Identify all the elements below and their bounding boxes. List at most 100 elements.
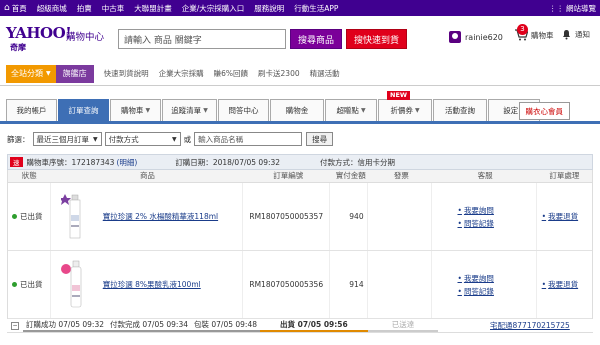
tab-shopping-credit[interactable]: 購物金 [270, 99, 324, 121]
tab-watchlist[interactable]: 追蹤清單 ▼ [162, 99, 217, 121]
col-service: 客服 [477, 171, 493, 180]
tab-points[interactable]: 超贈點 ▼ [325, 99, 377, 121]
progress-step-paid: 付款完成 07/05 09:34 [107, 320, 191, 332]
filter-label: 篩選： [7, 134, 30, 144]
yahoo-logo[interactable]: YAHOO! 奇摩 [6, 23, 72, 55]
table-header: 狀態 商品 訂單編號 實付金額 發票 客服 訂單處理 [8, 170, 592, 183]
user-account[interactable]: rainie620 [449, 31, 503, 43]
site-name: 購物中心 [66, 32, 105, 43]
avatar-icon [449, 31, 461, 43]
tab-coupons[interactable]: NEW 折價券 ▼ [378, 91, 432, 121]
quick-link-cashback[interactable]: 賺6%回饋 [214, 68, 248, 79]
topnav-league[interactable]: 大聯盟計畫 [134, 3, 172, 14]
collapse-icon[interactable]: − [11, 321, 19, 330]
order-date: 2018/07/05 09:32 [212, 157, 281, 167]
tab-label: 我的帳戶 [16, 106, 47, 115]
topnav-auction[interactable]: 拍賣 [77, 3, 92, 14]
tab-qa-center[interactable]: 問答中心 [218, 99, 269, 121]
chevron-down-icon: ▼ [172, 135, 177, 143]
username: rainie620 [465, 32, 503, 42]
tab-label: 折價券 [390, 106, 413, 115]
col-process: 訂單處理 [549, 171, 580, 180]
product-cell: 寶拉珍選 8%果酸乳液100ml [51, 251, 244, 318]
cart-count-badge: 3 [517, 24, 528, 35]
product-image-icon [60, 260, 82, 307]
return-link[interactable]: 我要退貨 [542, 279, 578, 290]
filter-search-button[interactable]: 搜尋 [306, 132, 334, 146]
tab-label: 活動查詢 [445, 106, 475, 115]
status-text: 已出貨 [20, 280, 43, 289]
topnav-app[interactable]: 行動生活APP [294, 3, 338, 14]
product-name-link[interactable]: 寶拉珍選 8%果酸乳液100ml [103, 279, 201, 290]
topnav-enterprise[interactable]: 企業/大宗採購入口 [182, 3, 245, 14]
account-tabs: 我的帳戶 訂單查詢 購物車 ▼ 追蹤清單 ▼ 問答中心 購物金 超贈點 ▼ NEW 折價… [0, 91, 600, 124]
invoice-cell [368, 251, 432, 318]
fast-tag: 速 [10, 157, 23, 167]
payment-select[interactable]: 付款方式 ▼ [104, 132, 181, 146]
tab-order-query[interactable]: 訂單查詢 [58, 99, 109, 121]
topnav-usedcar[interactable]: 中古車 [102, 3, 125, 14]
topnav-mall[interactable]: 超級商城 [37, 3, 67, 14]
quick-link-card[interactable]: 刷卡送2300 [258, 68, 300, 79]
progress-step-delivered: 已送達 [367, 320, 439, 332]
tab-my-account[interactable]: 我的帳戶 [6, 99, 57, 121]
order-no-cell: RM1807050005357 [243, 183, 331, 250]
chevron-down-icon: ▼ [93, 135, 98, 143]
period-value: 最近三個月訂單 [36, 134, 90, 144]
status-dot-icon [12, 282, 17, 287]
flagship-store-button[interactable]: 旗艦店 [55, 64, 94, 83]
ask-link[interactable]: 我要詢問 [458, 205, 494, 216]
tab-label: 購物金 [285, 106, 309, 115]
shipping-progress: − 訂購成功 07/05 09:32 付款完成 07/05 09:34 包裝 0… [7, 319, 593, 333]
fast-delivery-button[interactable]: 搜快速到貨 [346, 29, 408, 49]
process-cell: 我要退貨 [537, 251, 592, 318]
search-input[interactable]: 請輸入 商品 關鍵字 [118, 29, 287, 49]
logo-sub: 奇摩 [10, 43, 26, 52]
ask-link[interactable]: 我要詢問 [458, 273, 494, 284]
topnav-home[interactable]: 首頁 [4, 3, 27, 14]
all-categories-button[interactable]: 全站分類 ▼ [6, 64, 56, 83]
return-link[interactable]: 我要退貨 [542, 211, 578, 222]
col-order-no: 訂單編號 [273, 171, 304, 180]
search-button[interactable]: 搜尋商品 [290, 29, 343, 49]
new-badge: NEW [387, 91, 411, 100]
period-select[interactable]: 最近三個月訂單 ▼ [32, 132, 102, 146]
topnav-sitemap[interactable]: ⋮⋮ 網站導覽 [549, 3, 596, 14]
quick-link-events[interactable]: 精選活動 [310, 68, 340, 79]
product-name-input[interactable]: 輸入商品名稱 [194, 132, 303, 146]
col-status: 狀態 [21, 171, 37, 180]
order-detail-link[interactable]: (明細) [116, 157, 137, 168]
tab-events[interactable]: 活動查詢 [433, 99, 487, 121]
product-name-link[interactable]: 寶拉珍選 2% 水楊酸精華液118ml [103, 211, 218, 222]
order-table: 狀態 商品 訂單編號 實付金額 發票 客服 訂單處理 已出貨 寶拉珍選 2% 水… [7, 170, 593, 319]
tab-cart[interactable]: 購物車 ▼ [110, 99, 161, 121]
quick-link-enterprise[interactable]: 企業大宗採購 [159, 68, 204, 79]
qa-record-link[interactable]: 問答記錄 [458, 286, 494, 297]
product-thumbnail[interactable] [60, 257, 91, 313]
product-thumbnail[interactable] [58, 189, 91, 245]
product-cell: 寶拉珍選 2% 水楊酸精華液118ml [51, 183, 244, 250]
progress-step-packed: 包裝 07/05 09:48 [191, 320, 260, 332]
chevron-down-icon: ▼ [145, 107, 151, 114]
tab-label: 購物車 [120, 106, 144, 115]
col-amount: 實付金額 [335, 171, 366, 180]
tab-vip-member[interactable]: 購衣心會員 [518, 102, 570, 120]
amount-cell: 914 [330, 251, 368, 318]
chevron-down-icon: ▼ [414, 107, 420, 114]
order-number: 172187343 [71, 157, 115, 167]
grid-icon: ⋮⋮ [549, 3, 564, 13]
qa-record-link[interactable]: 問答記錄 [458, 218, 494, 229]
quick-link-fast[interactable]: 快速到貨說明 [104, 68, 149, 79]
table-row: 已出貨 寶拉珍選 2% 水楊酸精華液118ml RM1807050005357 … [8, 183, 592, 251]
chevron-down-icon: ▼ [360, 107, 366, 114]
tracking-link[interactable]: 宅配通877170215725 [490, 320, 570, 331]
process-cell: 我要退貨 [537, 183, 592, 250]
notify-button[interactable]: 通知 [561, 29, 590, 40]
status-dot-icon [12, 214, 17, 219]
payment-method: 信用卡分期 [357, 157, 396, 167]
table-row: 已出貨 寶拉珍選 8%果酸乳液100ml RM1807050005356 914… [8, 251, 592, 319]
chevron-down-icon: ▼ [203, 107, 208, 114]
chevron-down-icon: ▼ [46, 70, 51, 77]
bell-icon [563, 30, 570, 40]
topnav-service[interactable]: 服務說明 [254, 3, 284, 14]
